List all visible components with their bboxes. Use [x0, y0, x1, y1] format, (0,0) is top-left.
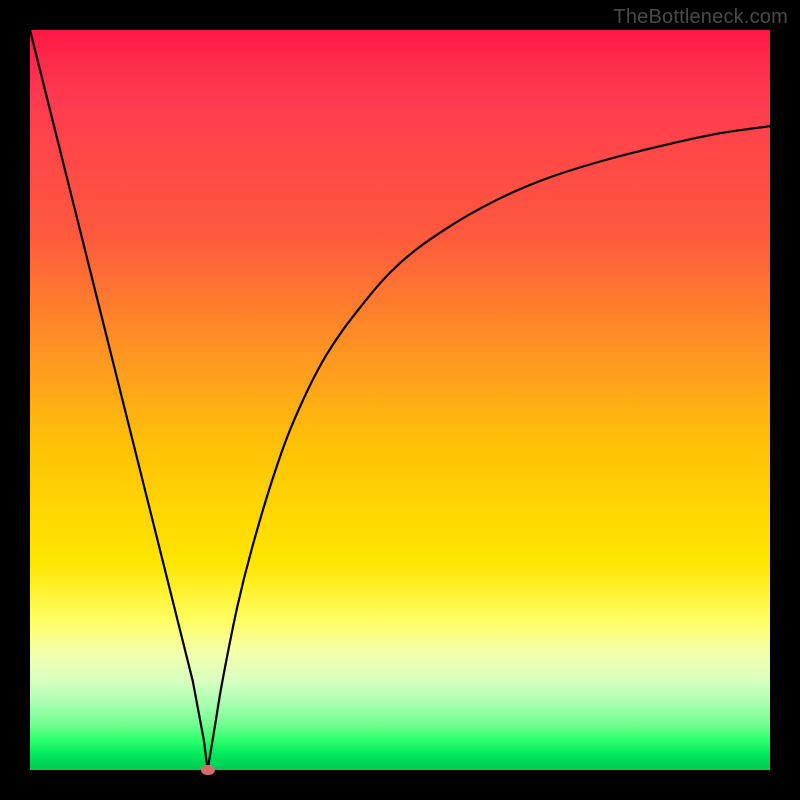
chart-frame: TheBottleneck.com: [0, 0, 800, 800]
plot-area: [30, 30, 770, 770]
bottleneck-curve: [30, 30, 770, 770]
watermark-text: TheBottleneck.com: [613, 6, 788, 29]
minimum-marker: [201, 765, 215, 775]
